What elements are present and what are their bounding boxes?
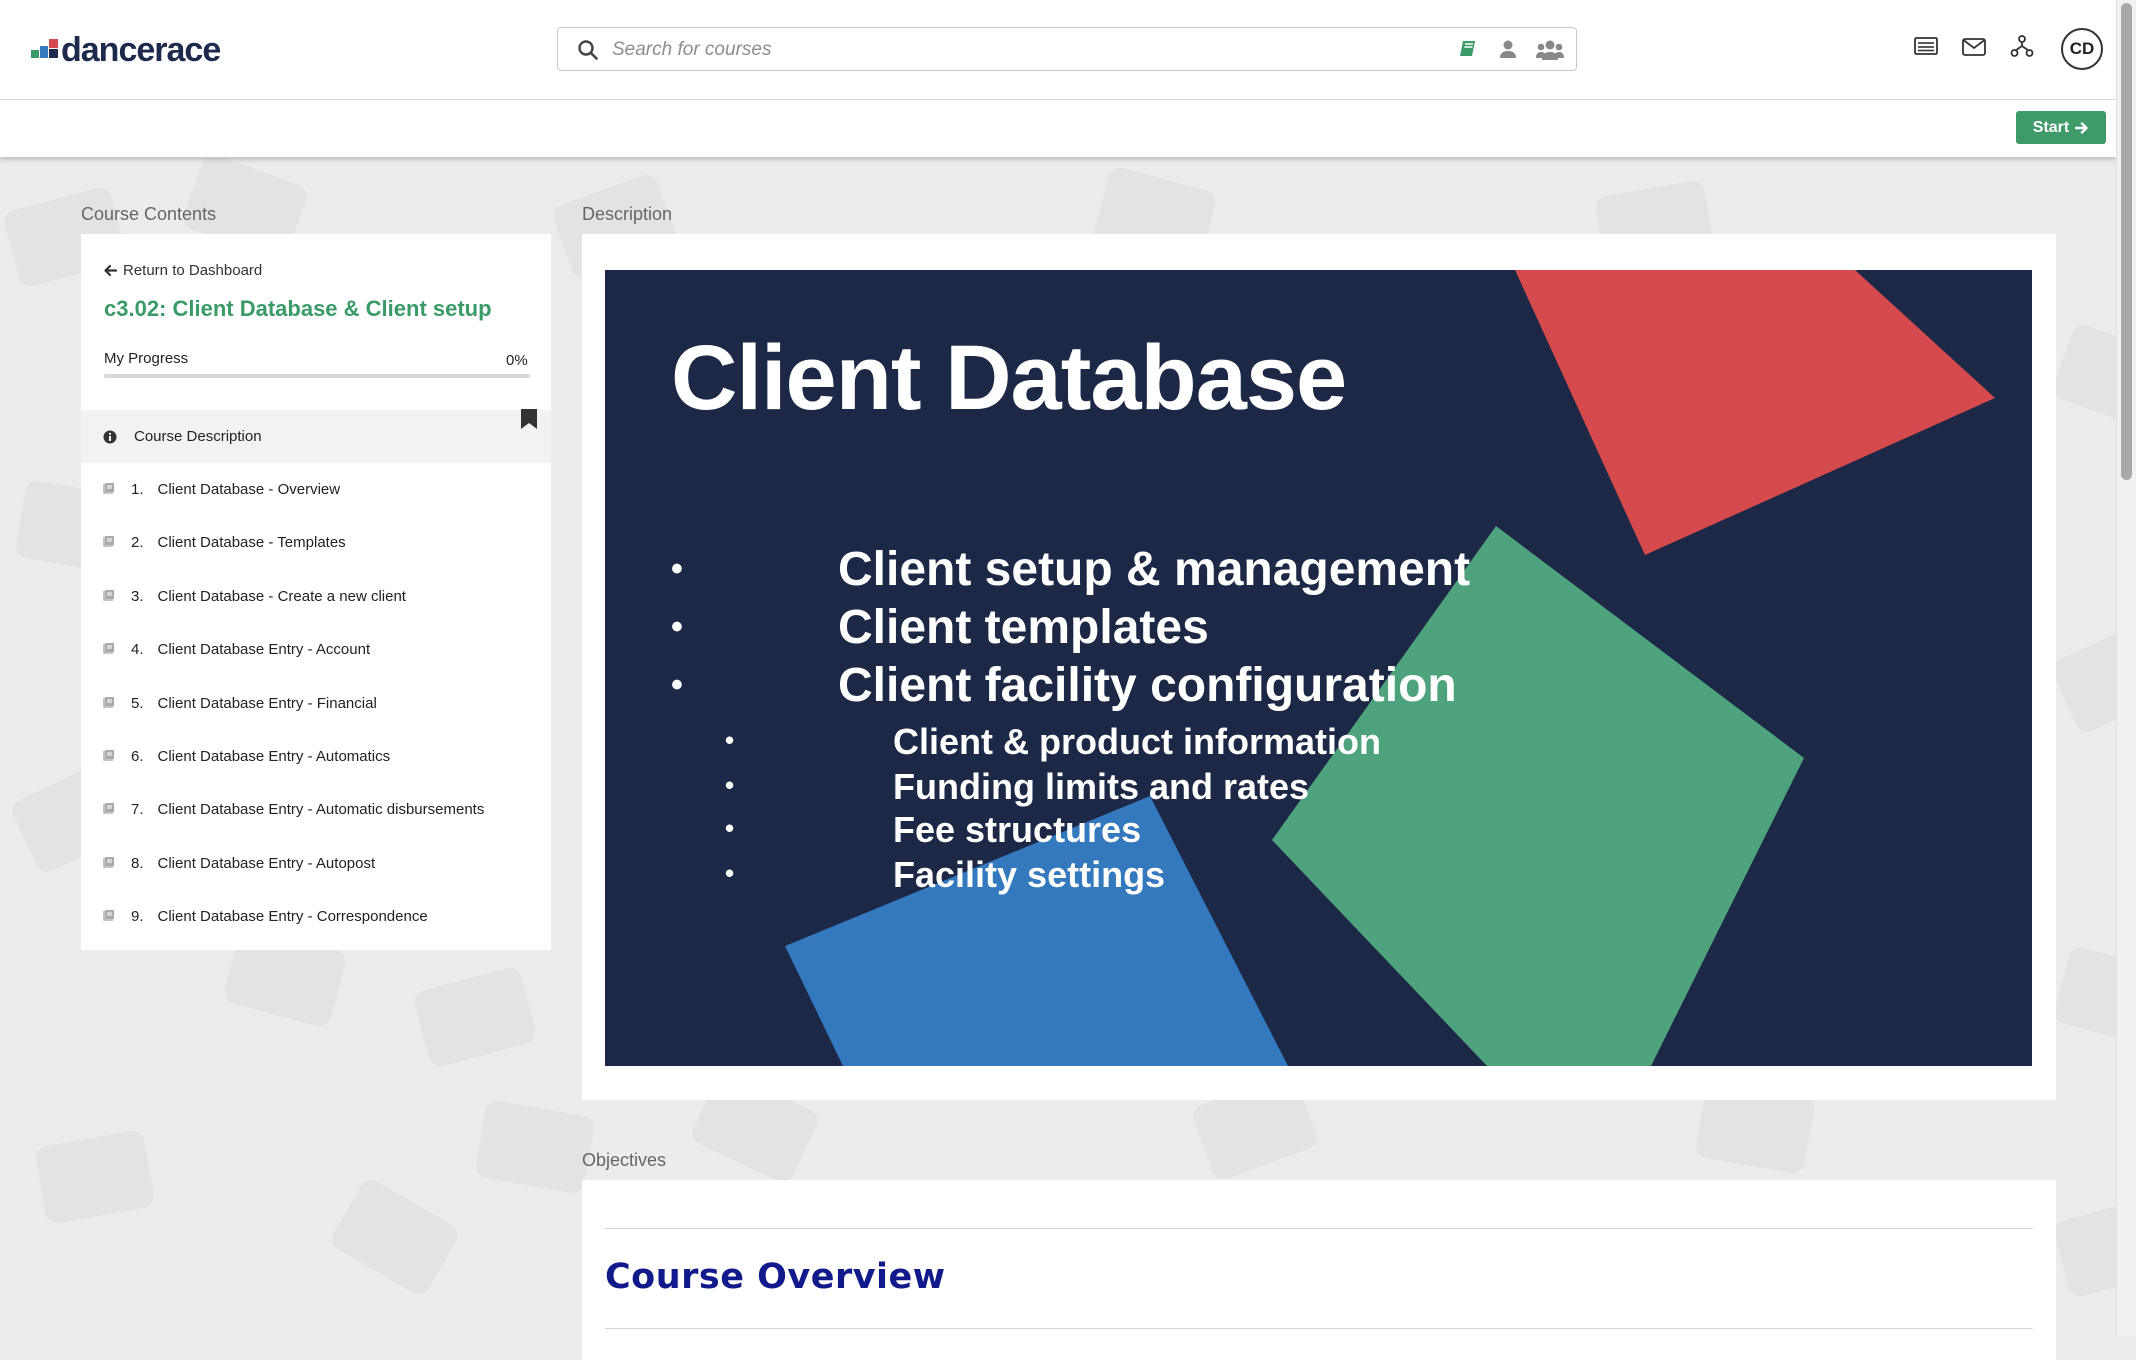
arrow-right-icon bbox=[2075, 121, 2088, 134]
lesson-number: 3. bbox=[131, 587, 144, 605]
logo-mark bbox=[31, 36, 59, 64]
lesson-item[interactable]: 6. Client Database Entry - Automatics bbox=[81, 730, 551, 783]
lesson-number: 6. bbox=[131, 748, 144, 765]
course-title: c3.02: Client Database & Client setup bbox=[104, 296, 492, 321]
objectives-card: Course Overview bbox=[582, 1180, 2056, 1360]
lesson-item[interactable]: 3. Client Database - Create a new client bbox=[81, 570, 551, 623]
lesson-item[interactable]: 7. Client Database Entry - Automatic disb… bbox=[81, 783, 551, 836]
description-label: Description bbox=[582, 204, 673, 224]
user-avatar[interactable]: CD bbox=[2061, 28, 2103, 70]
slide-title: Client Database bbox=[671, 327, 1347, 429]
scrollbar-thumb[interactable] bbox=[2121, 3, 2132, 480]
lesson-item[interactable]: 9. Client Database Entry - Correspondence bbox=[81, 890, 551, 943]
search-icon bbox=[578, 40, 598, 60]
top-navigation-bar: dancerace Search for courses CD bbox=[0, 0, 2116, 100]
lesson-item[interactable]: 4. Client Database Entry - Account bbox=[81, 623, 551, 676]
book-icon bbox=[103, 588, 115, 605]
book-icon bbox=[103, 908, 115, 925]
divider bbox=[605, 1328, 2033, 1329]
brand-logo[interactable]: dancerace bbox=[31, 30, 221, 70]
book-icon bbox=[103, 534, 115, 551]
objectives-label: Objectives bbox=[582, 1150, 667, 1170]
course-contents-label: Course Contents bbox=[81, 204, 217, 224]
lesson-number: 4. bbox=[131, 641, 144, 659]
bookmark-icon[interactable] bbox=[521, 409, 537, 429]
search-input[interactable] bbox=[610, 28, 1394, 72]
description-card: Client Database • Client setup & managem… bbox=[582, 234, 2056, 1100]
return-label: Return to Dashboard bbox=[123, 262, 263, 279]
group-icon[interactable] bbox=[1536, 39, 1564, 61]
courses-book-icon[interactable] bbox=[1458, 39, 1478, 59]
progress-label: My Progress bbox=[104, 350, 189, 367]
course-description-label: Course Description bbox=[134, 428, 262, 445]
progress-value: 0% bbox=[506, 352, 528, 369]
course-toolbar: Start bbox=[0, 100, 2116, 157]
lesson-title: Client Database Entry - Financial bbox=[157, 694, 377, 712]
book-icon bbox=[103, 801, 115, 818]
book-icon bbox=[103, 641, 115, 658]
news-icon[interactable] bbox=[1914, 36, 1938, 56]
lesson-item[interactable]: 5. Client Database Entry - Financial bbox=[81, 677, 551, 730]
course-slide-image: Client Database • Client setup & managem… bbox=[605, 270, 2032, 1066]
lesson-item[interactable]: 8. Client Database Entry - Autopost bbox=[81, 837, 551, 890]
book-icon bbox=[103, 481, 115, 498]
org-chart-icon[interactable] bbox=[2010, 34, 2034, 58]
lesson-item[interactable]: 1. Client Database - Overview bbox=[81, 463, 551, 516]
book-icon bbox=[103, 695, 115, 712]
info-icon bbox=[103, 430, 117, 443]
progress-bar bbox=[104, 374, 530, 378]
lesson-item[interactable]: 2. Client Database - Templates bbox=[81, 516, 551, 569]
lesson-number: 5. bbox=[131, 694, 144, 712]
course-contents-panel: Return to Dashboard c3.02: Client Databa… bbox=[81, 234, 551, 950]
mail-icon[interactable] bbox=[1962, 38, 1986, 56]
lesson-title: Client Database Entry - Correspondence bbox=[157, 908, 428, 926]
course-description-item[interactable]: Course Description bbox=[81, 410, 551, 463]
lesson-number: 9. bbox=[131, 908, 144, 926]
page-scrollbar[interactable] bbox=[2116, 0, 2136, 1336]
start-button[interactable]: Start bbox=[2016, 111, 2106, 144]
lesson-title: Client Database - Create a new client bbox=[157, 587, 406, 605]
slide-green-shape bbox=[1272, 526, 1804, 1066]
slide-red-shape bbox=[1515, 270, 1995, 555]
book-icon bbox=[103, 748, 115, 765]
lesson-title: Client Database Entry - Automatics bbox=[157, 748, 391, 765]
lesson-number: 2. bbox=[131, 534, 144, 552]
brand-name: dancerace bbox=[61, 30, 221, 69]
lesson-title: Client Database - Overview bbox=[157, 481, 341, 498]
course-overview-heading: Course Overview bbox=[605, 1257, 946, 1297]
search-bar bbox=[557, 27, 1577, 72]
lesson-number: 7. bbox=[131, 801, 144, 819]
arrow-left-icon bbox=[104, 264, 117, 277]
divider bbox=[605, 1228, 2033, 1229]
person-icon[interactable] bbox=[1498, 39, 1518, 59]
return-to-dashboard-link[interactable]: Return to Dashboard bbox=[104, 262, 262, 279]
start-button-label: Start bbox=[2032, 118, 2070, 136]
lesson-title: Client Database Entry - Automatic disbur… bbox=[157, 801, 485, 819]
lesson-title: Client Database Entry - Account bbox=[157, 641, 371, 659]
lesson-title: Client Database Entry - Autopost bbox=[157, 854, 376, 872]
lesson-number: 8. bbox=[131, 854, 144, 872]
lesson-title: Client Database - Templates bbox=[157, 534, 346, 552]
lesson-number: 1. bbox=[131, 481, 144, 498]
book-icon bbox=[103, 855, 115, 872]
